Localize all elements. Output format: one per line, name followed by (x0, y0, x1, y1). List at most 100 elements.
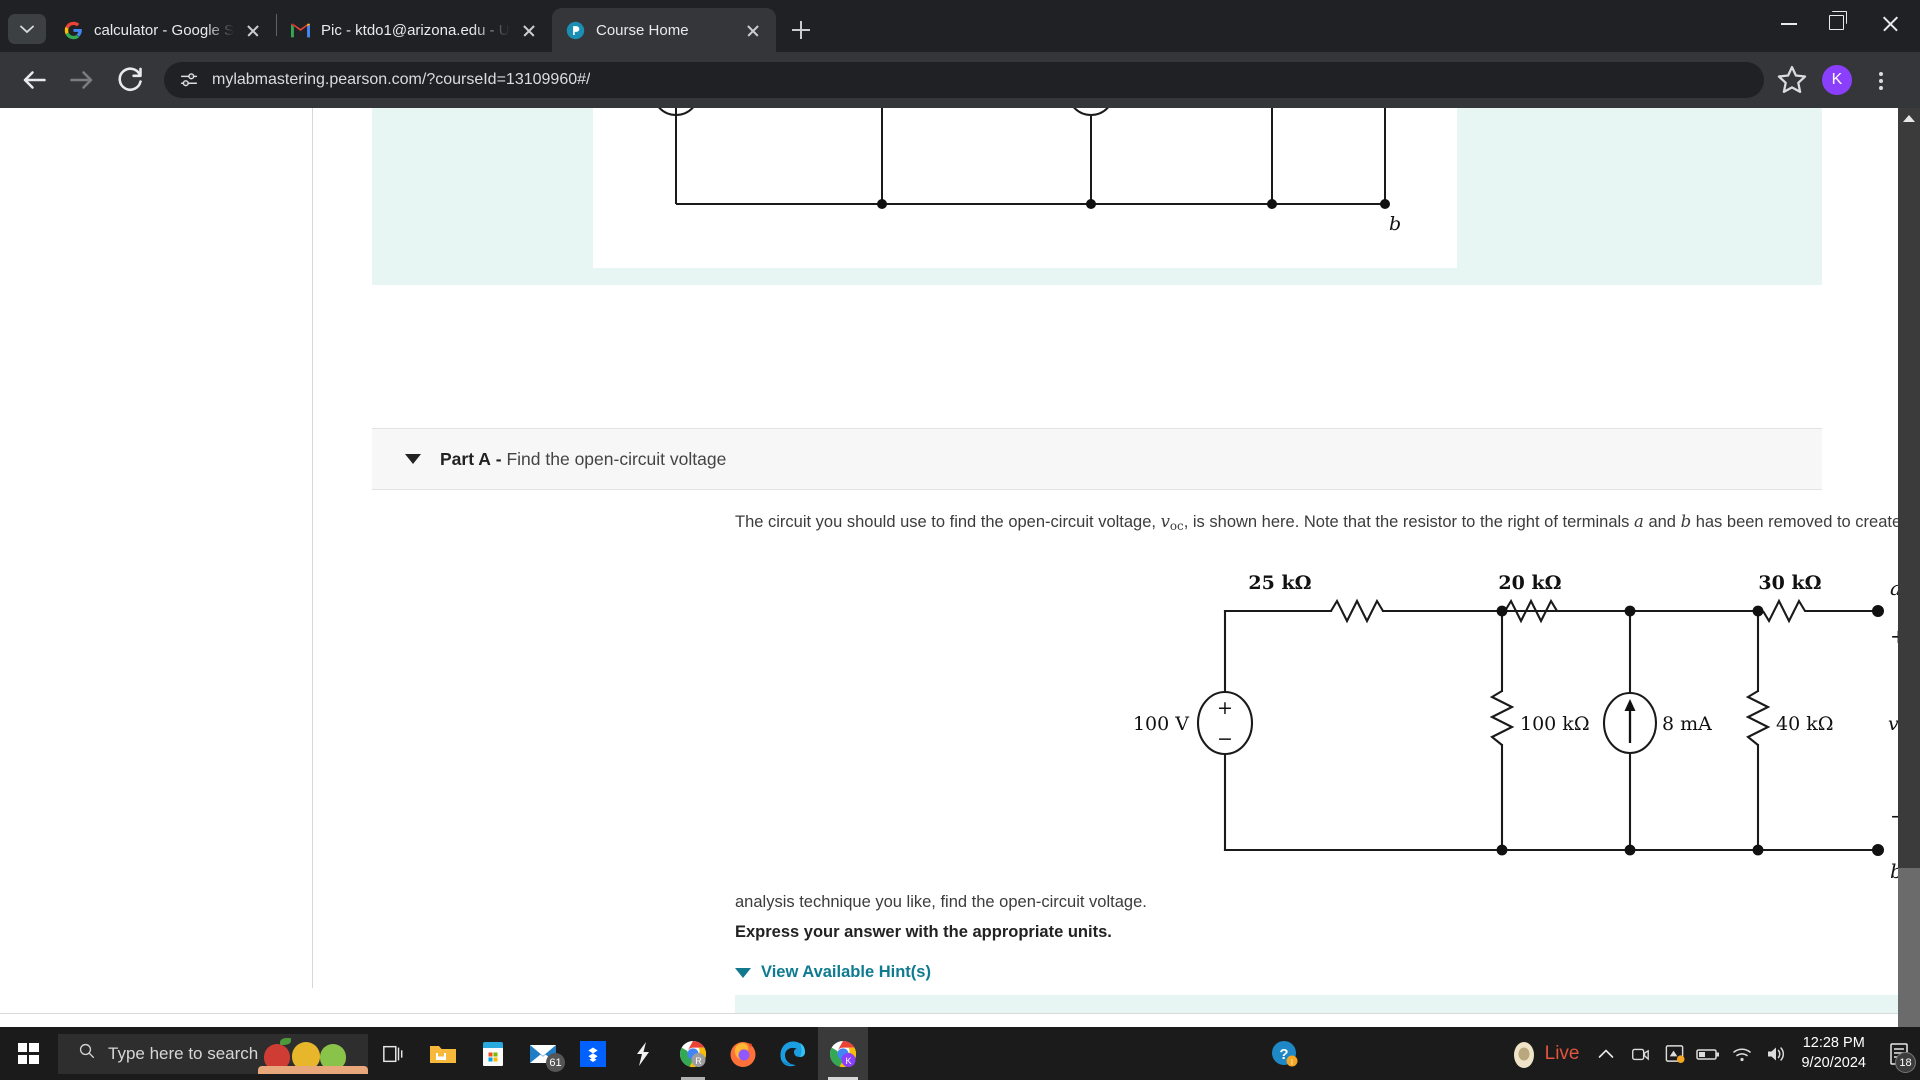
q-line1-voc-sub: oc (1169, 518, 1184, 533)
voltage-source-100v: + − (1196, 690, 1254, 756)
minimize-icon[interactable] (1766, 0, 1813, 46)
resistor-20k-label: 20 kΩ (1498, 572, 1561, 594)
search-input[interactable]: Type here to search (58, 1033, 368, 1074)
clock-time: 12:28 PM (1802, 1034, 1865, 1051)
live-egg-icon[interactable] (1507, 1027, 1541, 1080)
browser-scrollbar-thumb[interactable] (1898, 868, 1920, 1033)
mail-unread-badge: 61 (546, 1053, 565, 1072)
tab-search-button[interactable] (8, 14, 46, 44)
intro-figure-canvas: b (593, 108, 1457, 268)
part-a-label: Part A - Find the open-circuit voltage (440, 449, 726, 470)
view-hints-link[interactable]: View Available Hint(s) (735, 963, 931, 982)
resistor-30k (1762, 598, 1811, 624)
chrome-menu-icon[interactable] (1866, 62, 1896, 98)
q-line1-d: has been removed to create the open circ… (1695, 513, 1920, 531)
address-bar[interactable]: mylabmastering.pearson.com/?courseId=131… (164, 62, 1764, 98)
forward-button[interactable] (64, 62, 100, 98)
chevron-up-icon[interactable] (1589, 1027, 1623, 1080)
toolbar-right-actions: K (1774, 62, 1906, 98)
search-highlight-image (258, 1034, 368, 1074)
wifi-icon[interactable] (1725, 1027, 1759, 1080)
assignment-content: b Part A - Find the open-circuit voltage… (313, 108, 1920, 1023)
resistor-100k-label: 100 kΩ (1520, 713, 1590, 735)
search-icon (78, 1042, 96, 1065)
q-line1-c: and (1643, 513, 1681, 531)
close-icon[interactable] (242, 19, 264, 41)
circuit-diagram: + − 25 kΩ 20 kΩ 30 kΩ 100 V 100 kΩ 8 mA … (1133, 572, 1914, 883)
chevron-down-icon[interactable] (735, 967, 751, 978)
question-paragraph-line1: The circuit you should use to find the o… (735, 511, 1920, 534)
volume-icon[interactable] (1759, 1027, 1793, 1080)
q-line1-a-term: a (1634, 512, 1644, 531)
q-line1-a: The circuit you should use to find the o… (735, 513, 1161, 531)
site-settings-icon[interactable] (178, 69, 200, 91)
part-a-name: Part A (440, 448, 491, 469)
live-label: Live (1544, 1042, 1580, 1064)
resistor-20k (1504, 598, 1559, 624)
svg-text:+: + (1217, 697, 1233, 719)
part-a-header[interactable]: Part A - Find the open-circuit voltage (372, 428, 1822, 490)
view-hints-label: View Available Hint(s) (761, 963, 931, 981)
browser-tab-title-0: calculator - Google Search (94, 21, 234, 39)
pearson-icon (566, 21, 585, 40)
mail-icon[interactable]: 61 (518, 1027, 568, 1080)
browser-tab-strip: calculator - Google Search Pic - ktdo1@a… (0, 0, 818, 52)
intro-circuit-diagram: b (658, 108, 1401, 235)
intro-terminal-b-label: b (1389, 213, 1401, 235)
clock-date: 9/20/2024 (1801, 1054, 1866, 1071)
browser-tab-0[interactable]: calculator - Google Search (50, 8, 276, 52)
browser-toolbar: mylabmastering.pearson.com/?courseId=131… (0, 52, 1920, 108)
chrome-k-icon[interactable]: K (818, 1027, 868, 1080)
svg-text:R: R (695, 1056, 702, 1066)
scroll-up-arrow-icon[interactable] (1903, 115, 1915, 122)
new-tab-button[interactable] (784, 13, 818, 47)
google-icon (64, 21, 83, 40)
slack-shape-icon[interactable] (618, 1027, 668, 1080)
taskbar-clock[interactable]: 12:28 PM 9/20/2024 (1801, 1034, 1866, 1073)
help-icon[interactable]: ? i (1263, 1027, 1307, 1080)
current-source-8ma (1602, 691, 1658, 755)
resistor-30k-label: 30 kΩ (1758, 572, 1821, 594)
browser-scrollbar[interactable] (1898, 108, 1920, 1033)
q-line1-b-term: b (1680, 512, 1692, 531)
action-center-icon[interactable]: 18 (1878, 1027, 1920, 1080)
question-instruction: Express your answer with the appropriate… (735, 923, 1112, 941)
file-explorer-icon[interactable] (418, 1027, 468, 1080)
edge-icon[interactable] (768, 1027, 818, 1080)
bookmark-star-icon[interactable] (1774, 62, 1810, 98)
resistor-25k-label: 25 kΩ (1248, 572, 1311, 594)
profile-avatar[interactable]: K (1822, 65, 1852, 95)
resistor-25k (1330, 598, 1384, 624)
q-line1-voc: v (1160, 512, 1170, 531)
screen: calculator - Google Search Pic - ktdo1@a… (0, 0, 1920, 1080)
camera-icon[interactable] (1623, 1027, 1657, 1080)
windows-taskbar: Type here to search 61 R K ? i Live 12:2… (0, 1027, 1920, 1080)
intro-figure-panel: b (372, 108, 1822, 285)
close-icon[interactable] (518, 19, 540, 41)
chevron-down-icon[interactable] (405, 454, 421, 464)
browser-tab-2[interactable]: Course Home (552, 8, 776, 52)
close-icon[interactable] (742, 19, 764, 41)
browser-tab-1[interactable]: Pic - ktdo1@arizona.edu - Univ (277, 8, 552, 52)
taskbar-icons: 61 R K (368, 1027, 868, 1080)
start-button[interactable] (0, 1027, 56, 1080)
chrome-r-icon[interactable]: R (668, 1027, 718, 1080)
q-line1-b: , is shown here. Note that the resistor … (1183, 513, 1635, 531)
back-button[interactable] (16, 62, 52, 98)
firefox-icon[interactable] (718, 1027, 768, 1080)
page-viewport: b Part A - Find the open-circuit voltage… (0, 108, 1920, 1033)
task-view-icon[interactable] (368, 1027, 418, 1080)
reload-button[interactable] (112, 62, 148, 98)
maximize-icon[interactable] (1813, 0, 1860, 46)
current-source-label: 8 mA (1662, 713, 1712, 735)
question-paragraph-line2: analysis technique you like, find the op… (735, 893, 1147, 911)
dropbox-icon[interactable] (568, 1027, 618, 1080)
battery-icon[interactable] (1691, 1027, 1725, 1080)
close-window-icon[interactable] (1860, 0, 1920, 46)
windows-logo-icon (17, 1043, 39, 1064)
onedrive-icon[interactable] (1657, 1027, 1691, 1080)
microsoft-store-icon[interactable] (468, 1027, 518, 1080)
system-tray: ? i Live 12:28 PM 9/20/2024 18 (963, 1027, 1920, 1080)
browser-tab-title-1: Pic - ktdo1@arizona.edu - Univ (321, 21, 510, 39)
part-a-title: Find the open-circuit voltage (506, 448, 727, 469)
